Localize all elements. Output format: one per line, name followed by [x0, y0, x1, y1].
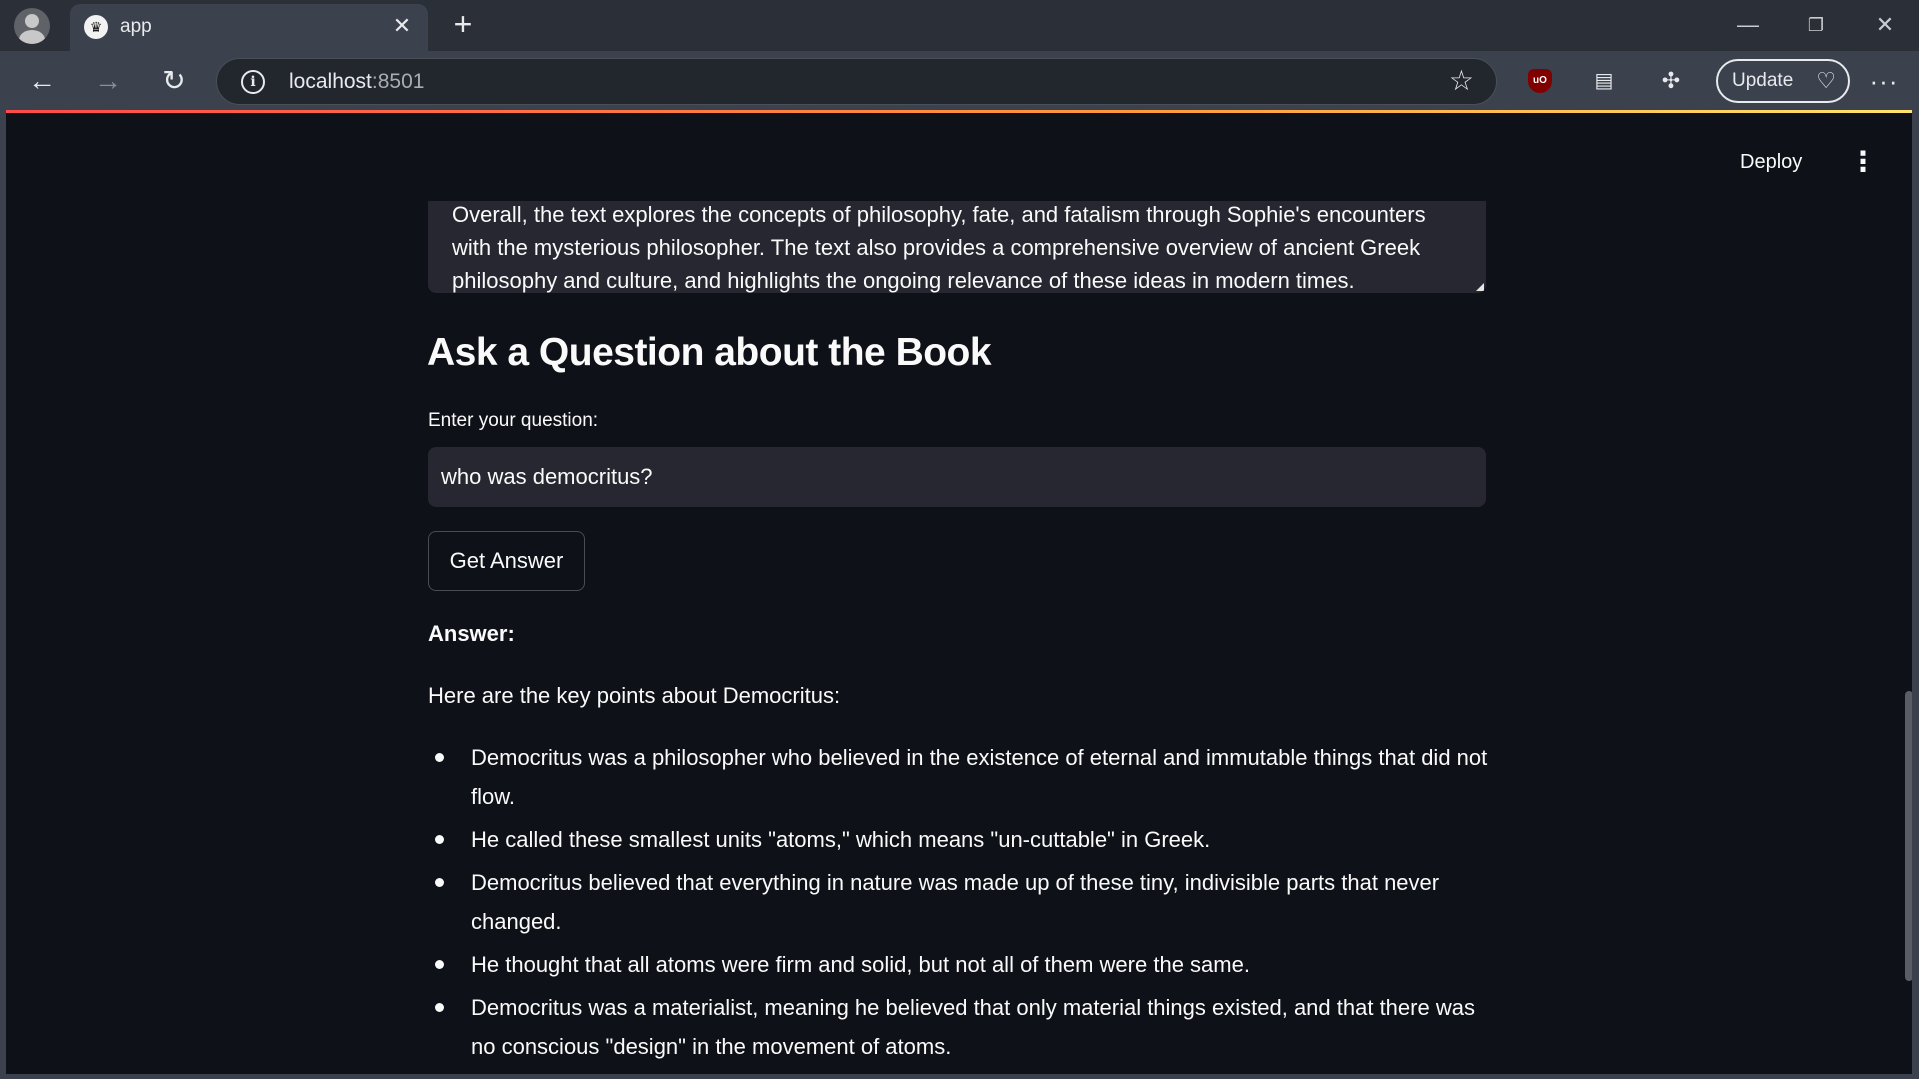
- list-item: He thought that all atoms were firm and …: [428, 945, 1498, 984]
- resize-handle-icon[interactable]: [1476, 283, 1484, 291]
- vertical-scrollbar[interactable]: [1905, 691, 1912, 981]
- summary-text: Overall, the text explores the concepts …: [452, 202, 1426, 293]
- answer-intro: Here are the key points about Democritus…: [428, 683, 841, 708]
- puzzle-extensions-icon[interactable]: ✣: [1654, 64, 1688, 98]
- update-heart-icon: ♡: [1816, 68, 1836, 93]
- url-text[interactable]: localhost:8501: [289, 70, 424, 94]
- new-tab-icon[interactable]: +: [446, 8, 480, 42]
- back-arrow-icon[interactable]: ←: [24, 63, 60, 99]
- answer-label: Answer:: [428, 621, 515, 646]
- question-input[interactable]: [428, 447, 1486, 507]
- list-item: He called these smallest units "atoms," …: [428, 820, 1498, 859]
- profile-avatar-icon[interactable]: [14, 8, 50, 44]
- address-bar[interactable]: i localhost:8501 ☆: [216, 58, 1497, 105]
- update-button[interactable]: Update ♡: [1716, 59, 1850, 103]
- reload-icon[interactable]: ↻: [156, 63, 192, 99]
- bullet-icon: [435, 753, 444, 762]
- bullet-icon: [435, 878, 444, 887]
- forward-arrow-icon[interactable]: →: [90, 63, 126, 99]
- bullet-icon: [435, 835, 444, 844]
- list-item: Democritus was a philosopher who believe…: [428, 738, 1498, 816]
- bullet-icon: [435, 1003, 444, 1012]
- minimize-icon[interactable]: —: [1728, 8, 1768, 42]
- streamlit-crown-icon: ♛: [84, 15, 108, 39]
- tab-title: app: [120, 16, 152, 37]
- restore-icon[interactable]: ❐: [1796, 8, 1836, 42]
- list-item: Democritus was a materialist, meaning he…: [428, 988, 1498, 1066]
- answer-points: Democritus was a philosopher who believe…: [428, 738, 1498, 1070]
- window-frame-bottom: [0, 1074, 1919, 1079]
- bullet-icon: [435, 960, 444, 969]
- summary-text-area[interactable]: Overall, the text explores the concepts …: [428, 201, 1486, 293]
- window-close-icon[interactable]: ✕: [1865, 8, 1905, 42]
- browser-toolbar: ← → ↻ i localhost:8501 ☆ ▤ ✣: [0, 51, 1919, 111]
- window-frame-right: [1912, 111, 1919, 1079]
- question-label: Enter your question:: [428, 410, 599, 431]
- browser-tab[interactable]: ♛ app ✕: [70, 4, 428, 51]
- get-answer-button[interactable]: Get Answer: [428, 531, 585, 591]
- more-menu-icon[interactable]: ···: [1866, 63, 1902, 99]
- app-viewport: Deploy ⋮ Overall, the text explores the …: [6, 113, 1912, 1074]
- main-menu-kebab-icon[interactable]: ⋮: [1848, 145, 1878, 179]
- close-tab-icon[interactable]: ✕: [388, 12, 416, 40]
- section-heading: Ask a Question about the Book: [427, 331, 992, 374]
- tab-strip: ♛ app ✕ + — ❐ ✕: [0, 0, 1919, 51]
- list-item: Democritus believed that everything in n…: [428, 863, 1498, 941]
- media-icon[interactable]: ▤: [1587, 64, 1621, 98]
- site-info-icon[interactable]: i: [241, 70, 265, 94]
- deploy-button[interactable]: Deploy: [1740, 151, 1802, 174]
- star-icon[interactable]: ☆: [1449, 66, 1474, 96]
- ublock-origin-icon[interactable]: uO: [1528, 69, 1552, 93]
